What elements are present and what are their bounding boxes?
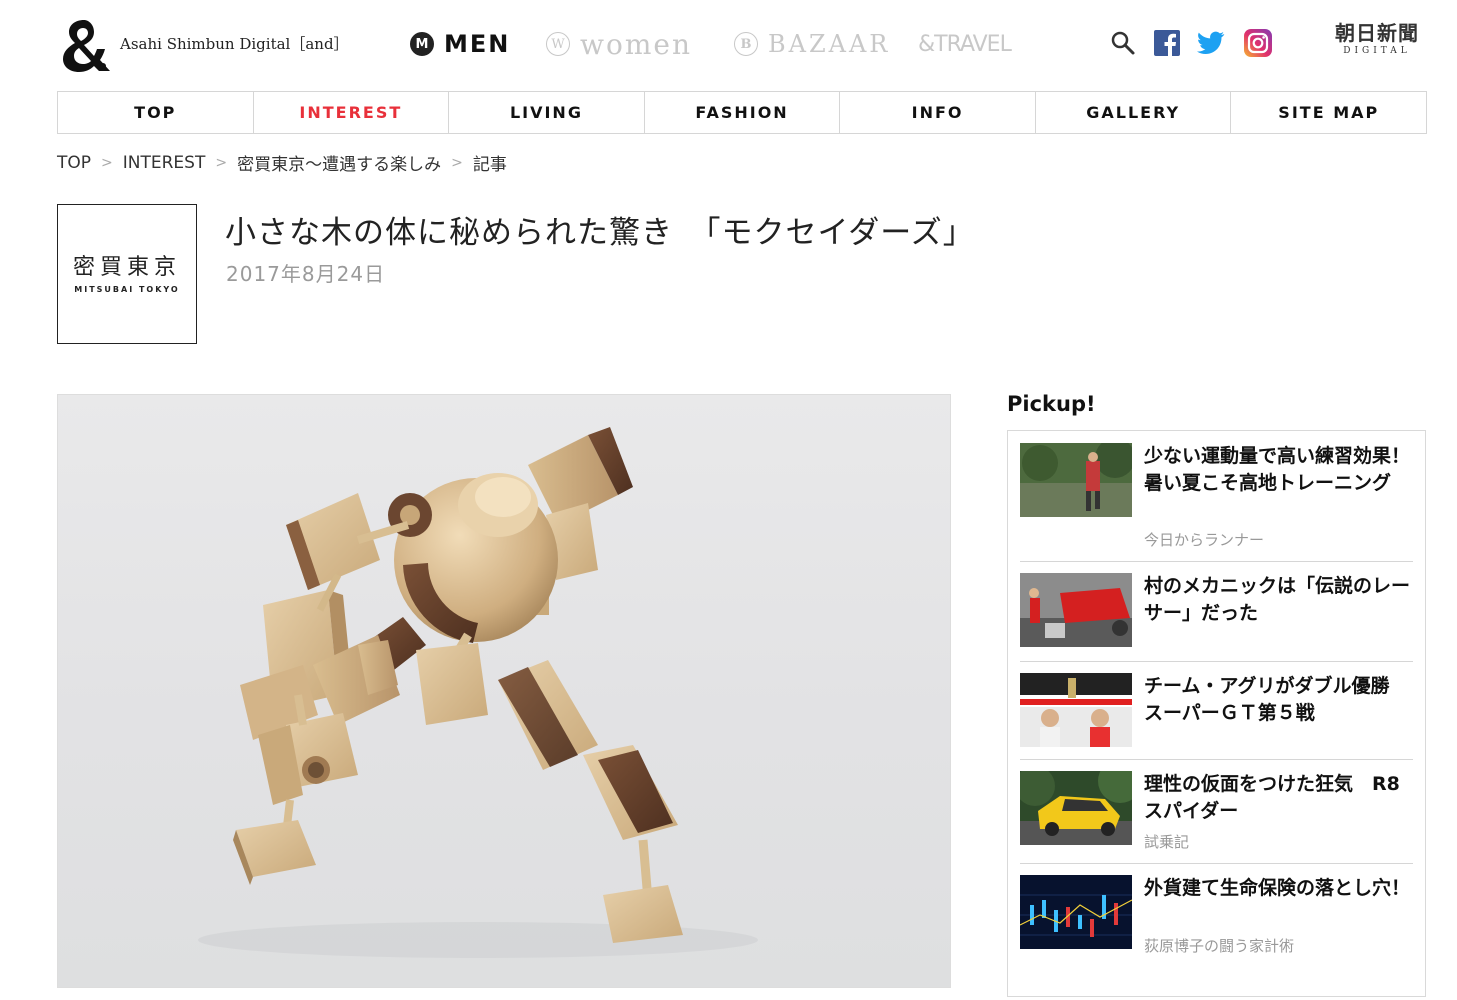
search-icon[interactable]	[1109, 29, 1137, 57]
breadcrumb-series[interactable]: 密買東京〜遭遇する楽しみ	[237, 150, 441, 175]
pickup-item[interactable]: 村のメカニックは「伝説のレーサー」だった	[1020, 573, 1413, 662]
article-date: 2017年8月24日	[226, 262, 386, 286]
asahi-logo-en: DIGITAL	[1343, 46, 1411, 56]
brand-women-link[interactable]: W women	[546, 22, 692, 66]
nav-item-gallery[interactable]: GALLERY	[1036, 92, 1232, 133]
pickup-title[interactable]: 外貨建て生命保険の落とし穴！	[1144, 875, 1416, 902]
nav-item-info[interactable]: INFO	[840, 92, 1036, 133]
pickup-item[interactable]: チーム・アグリがダブル優勝 スーパーＧＴ第５戦	[1020, 673, 1413, 760]
pickup-item[interactable]: 理性の仮面をつけた狂気 R8スパイダー 試乗記	[1020, 771, 1413, 864]
chevron-right-icon: >	[101, 154, 113, 171]
pickup-title[interactable]: 理性の仮面をつけた狂気 R8スパイダー	[1144, 771, 1416, 825]
nav-item-sitemap[interactable]: SITE MAP	[1231, 92, 1426, 133]
pickup-title[interactable]: チーム・アグリがダブル優勝 スーパーＧＴ第５戦	[1144, 673, 1416, 727]
series-logo-en: MITSUBAI TOKYO	[74, 284, 180, 294]
bazaar-mark-icon: B	[734, 32, 758, 56]
brand-bazaar-label: BAZAAR	[768, 30, 891, 58]
pickup-title[interactable]: 村のメカニックは「伝説のレーサー」だった	[1144, 573, 1416, 627]
brand-bazaar-link[interactable]: B BAZAAR	[734, 22, 890, 66]
men-mark-icon: M	[410, 32, 434, 56]
chevron-right-icon: >	[451, 154, 463, 171]
nav-item-living[interactable]: LIVING	[449, 92, 645, 133]
and-logo[interactable]	[54, 14, 110, 72]
main-nav: TOP INTEREST LIVING FASHION INFO GALLERY…	[57, 91, 1427, 134]
pickup-title[interactable]: 少ない運動量で高い練習効果！ 暑い夏こそ高地トレーニング	[1144, 443, 1416, 497]
pickup-item[interactable]: 外貨建て生命保険の落とし穴！ 荻原博子の闘う家計術	[1020, 875, 1413, 975]
site-name: Asahi Shimbun Digital［and］	[120, 35, 349, 53]
pickup-thumbnail[interactable]	[1020, 673, 1132, 747]
pickup-thumbnail[interactable]	[1020, 443, 1132, 517]
facebook-icon[interactable]	[1153, 29, 1181, 57]
pickup-list: 少ない運動量で高い練習効果！ 暑い夏こそ高地トレーニング 今日からランナー 村の…	[1007, 430, 1426, 997]
series-logo-jp: 密買東京	[72, 254, 181, 280]
pickup-thumbnail[interactable]	[1020, 573, 1132, 647]
pickup-heading: Pickup!	[1007, 392, 1096, 416]
pickup-item[interactable]: 少ない運動量で高い練習効果！ 暑い夏こそ高地トレーニング 今日からランナー	[1020, 443, 1413, 562]
pickup-category: 荻原博子の闘う家計術	[1144, 937, 1295, 955]
chevron-right-icon: >	[215, 154, 228, 171]
pickup-category: 今日からランナー	[1144, 531, 1265, 549]
brand-men-link[interactable]: M MEN	[410, 22, 510, 66]
breadcrumb-current: 記事	[472, 155, 507, 175]
breadcrumb-top[interactable]: TOP	[57, 153, 91, 173]
nav-item-fashion[interactable]: FASHION	[645, 92, 841, 133]
series-logo[interactable]: 密買東京 MITSUBAI TOKYO	[57, 204, 197, 344]
brand-travel-label: &TRAVEL	[918, 31, 1012, 57]
brand-travel-link[interactable]: &TRAVEL	[918, 22, 1012, 66]
breadcrumb-interest[interactable]: INTEREST	[123, 153, 206, 173]
site-header: Asahi Shimbun Digital［and］ M MEN W women…	[0, 0, 1457, 90]
pickup-thumbnail[interactable]	[1020, 875, 1132, 949]
brand-women-label: women	[580, 27, 692, 61]
asahi-digital-logo[interactable]: 朝日新聞 DIGITAL	[1322, 22, 1432, 58]
brand-men-label: MEN	[444, 30, 511, 58]
pickup-thumbnail[interactable]	[1020, 771, 1132, 845]
instagram-icon[interactable]	[1244, 29, 1272, 57]
nav-item-top[interactable]: TOP	[58, 92, 254, 133]
twitter-icon[interactable]	[1197, 29, 1225, 57]
pickup-category: 試乗記	[1144, 833, 1190, 851]
nav-item-interest[interactable]: INTEREST	[254, 92, 450, 133]
hero-image	[57, 394, 951, 988]
breadcrumb: TOP > INTEREST > 密買東京〜遭遇する楽しみ > 記事	[57, 150, 507, 176]
women-mark-icon: W	[546, 32, 570, 56]
asahi-logo-jp: 朝日新聞	[1335, 21, 1419, 45]
article-title: 小さな木の体に秘められた驚き 「モクセイダーズ」	[225, 215, 975, 251]
